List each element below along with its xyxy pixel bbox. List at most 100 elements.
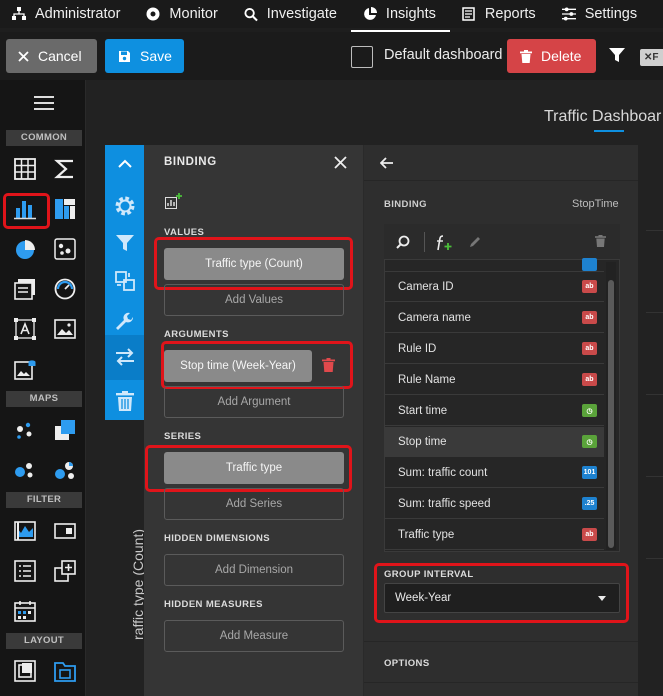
bubble-map-icon[interactable] [11, 456, 39, 484]
delete-label: Delete [541, 48, 582, 64]
delete-item-icon[interactable] [114, 390, 136, 412]
treemap-icon[interactable] [51, 195, 79, 223]
field-traffic-type[interactable]: Traffic type ab [385, 520, 604, 550]
sliders-icon [561, 7, 576, 21]
add-series-button[interactable]: Add Series [164, 488, 344, 520]
text-type-badge: ab [582, 373, 597, 386]
field-label: Stop time [398, 435, 447, 448]
highlight-box-group-interval [374, 563, 629, 623]
field-rule-name[interactable]: Rule Name ab [385, 365, 604, 395]
wrench-icon[interactable] [114, 311, 136, 333]
date-filter-icon[interactable] [11, 597, 39, 625]
close-icon[interactable] [334, 156, 347, 174]
pie-map-icon[interactable] [51, 456, 79, 484]
series-section-label: SERIES [164, 431, 202, 442]
panel-divider [364, 682, 638, 683]
highlight-box-series [145, 445, 352, 492]
nav-label: Insights [385, 6, 436, 22]
title-underline [594, 130, 624, 132]
field-start-time[interactable]: Start time ◷ [385, 396, 604, 426]
hamburger-menu-icon[interactable] [34, 96, 54, 110]
cancel-button[interactable]: Cancel [6, 39, 97, 73]
text-type-badge: ab [582, 280, 597, 293]
nav-insights[interactable]: Insights [350, 0, 450, 32]
field-stop-time[interactable]: Stop time ◷ [385, 427, 604, 457]
camera-icon [146, 7, 160, 21]
chevron-up-icon[interactable] [114, 153, 136, 175]
hidden-dimensions-label: HIDDEN DIMENSIONS [164, 533, 271, 544]
back-arrow-icon[interactable] [379, 156, 394, 174]
field-label: Traffic type [398, 528, 455, 541]
nav-label: Administrator [35, 6, 121, 22]
delete-field-icon[interactable] [595, 235, 606, 247]
field-list-toolbar [384, 224, 620, 260]
binding-panel-title: BINDING [164, 156, 217, 168]
filter-chip-label: F [652, 52, 659, 63]
tab-container-icon[interactable] [51, 657, 79, 685]
text-type-badge: ab [582, 528, 597, 541]
bound-image-icon[interactable] [11, 355, 39, 383]
grid-item-icon[interactable] [11, 155, 39, 183]
filter-icon[interactable] [114, 232, 136, 254]
group-icon[interactable] [11, 657, 39, 685]
chart-type-icon[interactable] [165, 192, 183, 215]
arguments-section-label: ARGUMENTS [164, 329, 229, 340]
grid-line [646, 312, 663, 313]
section-maps: MAPS [6, 391, 82, 407]
clock-icon: ◷ [582, 435, 597, 448]
nav-administrator[interactable]: Administrator [0, 0, 134, 28]
nav-settings[interactable]: Settings [550, 0, 651, 28]
gauge-icon[interactable] [51, 275, 79, 303]
gear-icon[interactable] [114, 195, 136, 217]
number-type-badge: 101 [582, 466, 597, 479]
interactivity-icon[interactable] [114, 270, 136, 292]
add-calculated-field-icon[interactable] [434, 235, 452, 251]
cards-icon[interactable] [11, 275, 39, 303]
nav-label: Investigate [266, 6, 337, 22]
close-icon [18, 50, 29, 62]
default-dashboard-checkbox[interactable] [351, 46, 373, 68]
section-layout: LAYOUT [6, 633, 82, 649]
range-filter-icon[interactable] [11, 517, 39, 545]
scatter-icon[interactable] [51, 235, 79, 263]
filter-chip[interactable]: ✕F [640, 49, 663, 66]
scrollbar-thumb[interactable] [608, 280, 614, 548]
tree-view-icon[interactable] [51, 557, 79, 585]
nav-investigate[interactable]: Investigate [232, 0, 351, 28]
add-dimension-button[interactable]: Add Dimension [164, 554, 344, 586]
field-label: Camera name [398, 311, 471, 324]
field-camera-id[interactable]: Camera ID ab [385, 272, 604, 302]
floppy-disk-icon [118, 50, 131, 63]
image-icon[interactable] [51, 315, 79, 343]
options-section-label[interactable]: OPTIONS [384, 658, 430, 669]
field-sum-traffic-count[interactable]: Sum: traffic count 101 [385, 458, 604, 488]
filter-icon[interactable] [609, 47, 625, 68]
add-measure-button[interactable]: Add Measure [164, 620, 344, 652]
add-values-button[interactable]: Add Values [164, 284, 344, 316]
field-camera-name[interactable]: Camera name ab [385, 303, 604, 333]
bound-field-name: StopTime [572, 198, 619, 210]
combo-box-icon[interactable] [51, 517, 79, 545]
add-argument-button[interactable]: Add Argument [164, 386, 344, 418]
choropleth-map-icon[interactable] [51, 416, 79, 444]
text-box-icon[interactable] [11, 315, 39, 343]
nav-monitor[interactable]: Monitor [134, 0, 231, 28]
search-icon[interactable] [396, 235, 410, 249]
edit-pencil-icon[interactable] [469, 235, 482, 248]
field-sum-traffic-speed[interactable]: Sum: traffic speed .25 [385, 489, 604, 519]
pie-icon[interactable] [11, 235, 39, 263]
save-button[interactable]: Save [105, 39, 184, 73]
nav-label: Reports [484, 6, 536, 22]
field-label: Rule Name [398, 373, 456, 386]
list-item-partial [385, 258, 604, 272]
field-rule-id[interactable]: Rule ID ab [385, 334, 604, 364]
nav-reports[interactable]: Reports [450, 0, 550, 28]
nav-label: Monitor [169, 6, 218, 22]
swap-icon[interactable] [114, 346, 136, 368]
geo-points-icon[interactable] [11, 416, 39, 444]
delete-button[interactable]: Delete [507, 39, 596, 73]
list-box-icon[interactable] [11, 557, 39, 585]
section-common: COMMON [6, 130, 82, 146]
sigma-card-icon[interactable] [51, 155, 79, 183]
cancel-label: Cancel [38, 48, 82, 64]
